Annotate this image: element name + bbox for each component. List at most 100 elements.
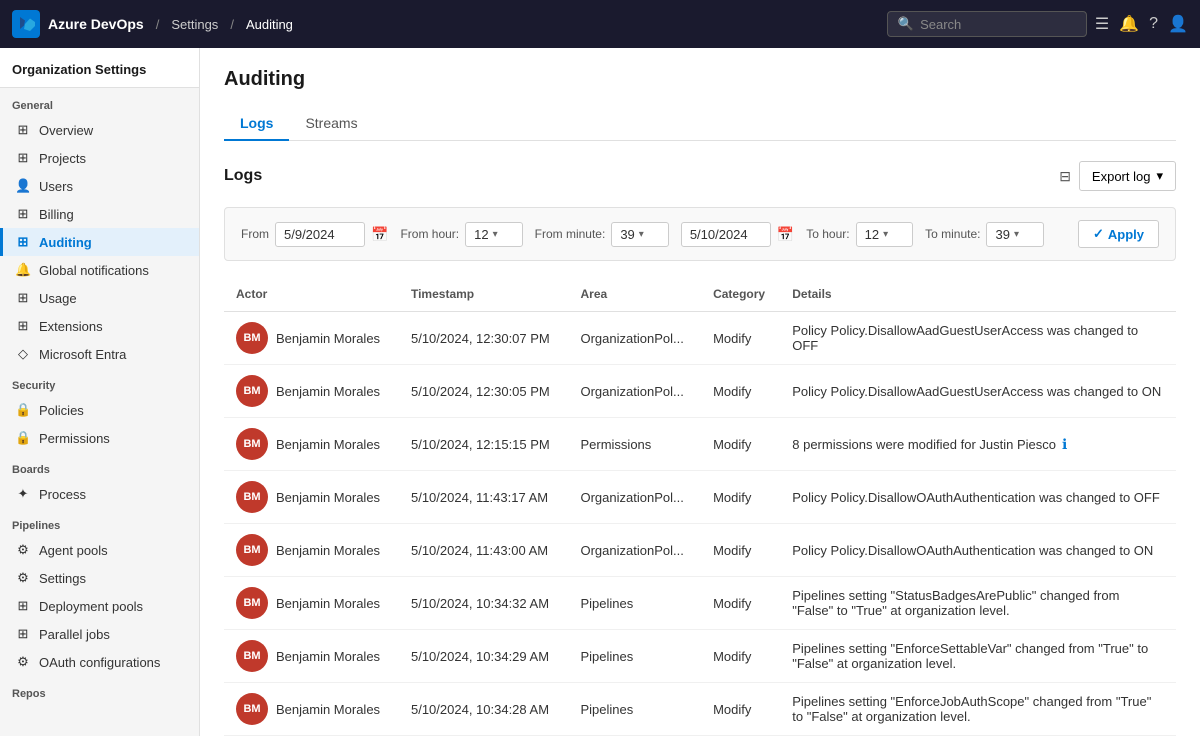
checkmark-icon: ✓: [1093, 226, 1104, 242]
sidebar-item-label: Projects: [39, 151, 86, 166]
export-log-button[interactable]: Export log ▾: [1079, 161, 1176, 191]
sidebar-item-permissions[interactable]: 🔒Permissions: [0, 424, 199, 452]
oauth-configurations-icon: ⚙: [15, 654, 31, 670]
sidebar-item-overview[interactable]: ⊞Overview: [0, 116, 199, 144]
info-icon[interactable]: ℹ: [1062, 436, 1067, 452]
actor-name: Benjamin Morales: [276, 490, 380, 505]
area-cell: OrganizationPol...: [568, 524, 701, 577]
sidebar-section-label: General: [0, 88, 199, 116]
notification-icon[interactable]: 🔔: [1119, 14, 1139, 34]
sidebar-item-billing[interactable]: ⊞Billing: [0, 200, 199, 228]
sidebar-item-label: Parallel jobs: [39, 627, 110, 642]
sidebar-item-policies[interactable]: 🔒Policies: [0, 396, 199, 424]
actor-name: Benjamin Morales: [276, 702, 380, 717]
sidebar-item-global-notifications[interactable]: 🔔Global notifications: [0, 256, 199, 284]
from-date-input[interactable]: [275, 222, 365, 247]
from-hour-value: 12: [474, 227, 488, 242]
sidebar-item-microsoft-entra[interactable]: ◇Microsoft Entra: [0, 340, 199, 368]
breadcrumb-sep-2: /: [230, 17, 234, 32]
to-hour-dropdown[interactable]: 12 ▾: [856, 222, 914, 247]
search-box[interactable]: 🔍: [887, 11, 1087, 37]
tab-streams[interactable]: Streams: [289, 107, 373, 141]
to-calendar-icon[interactable]: 📅: [777, 226, 794, 243]
sidebar-item-label: Permissions: [39, 431, 110, 446]
search-input[interactable]: [920, 17, 1076, 32]
area-cell: Pipelines: [568, 683, 701, 736]
avatar: BM: [236, 587, 268, 619]
column-header-details: Details: [780, 277, 1176, 312]
sidebar-section-label: Pipelines: [0, 508, 199, 536]
sidebar-item-label: Global notifications: [39, 263, 149, 278]
column-header-actor: Actor: [224, 277, 399, 312]
from-date-group: From 📅: [241, 222, 388, 247]
area-cell: Permissions: [568, 418, 701, 471]
user-avatar-icon[interactable]: 👤: [1168, 14, 1188, 34]
breadcrumb-settings[interactable]: Settings: [171, 17, 218, 32]
deployment-pools-icon: ⊞: [15, 598, 31, 614]
projects-icon: ⊞: [15, 150, 31, 166]
timestamp-cell: 5/10/2024, 11:43:00 AM: [399, 524, 569, 577]
actor-name: Benjamin Morales: [276, 649, 380, 664]
sidebar-item-label: Usage: [39, 291, 77, 306]
to-date-group: 📅: [681, 222, 794, 247]
sidebar-item-users[interactable]: 👤Users: [0, 172, 199, 200]
from-hour-label: From hour:: [400, 227, 459, 241]
actor-name: Benjamin Morales: [276, 437, 380, 452]
from-hour-dropdown[interactable]: 12 ▾: [465, 222, 523, 247]
sidebar-item-auditing[interactable]: ⊞Auditing: [0, 228, 199, 256]
table-row: BMBenjamin Morales5/10/2024, 10:34:28 AM…: [224, 683, 1176, 736]
sidebar-item-extensions[interactable]: ⊞Extensions: [0, 312, 199, 340]
category-cell: Modify: [701, 683, 780, 736]
timestamp-cell: 5/10/2024, 10:34:32 AM: [399, 577, 569, 630]
sidebar-item-settings[interactable]: ⚙Settings: [0, 564, 199, 592]
sidebar-item-usage[interactable]: ⊞Usage: [0, 284, 199, 312]
help-icon[interactable]: ?: [1149, 15, 1158, 33]
sidebar-item-oauth-configurations[interactable]: ⚙OAuth configurations: [0, 648, 199, 676]
column-header-category: Category: [701, 277, 780, 312]
actor-cell: BMBenjamin Morales: [224, 418, 399, 471]
from-minute-value: 39: [620, 227, 634, 242]
timestamp-cell: 5/10/2024, 12:15:15 PM: [399, 418, 569, 471]
sidebar-section-label: Repos: [0, 676, 199, 704]
logs-title: Logs: [224, 167, 262, 185]
table-row: BMBenjamin Morales5/10/2024, 10:34:32 AM…: [224, 577, 1176, 630]
table-row: BMBenjamin Morales5/10/2024, 11:43:17 AM…: [224, 471, 1176, 524]
sidebar-item-process[interactable]: ✦Process: [0, 480, 199, 508]
sidebar-item-projects[interactable]: ⊞ Projects: [0, 144, 199, 172]
details-cell: Policy Policy.DisallowOAuthAuthenticatio…: [780, 471, 1176, 524]
to-minute-dropdown[interactable]: 39 ▾: [986, 222, 1044, 247]
list-icon[interactable]: ☰: [1095, 14, 1109, 34]
details-cell: 8 permissions were modified for Justin P…: [780, 418, 1176, 471]
sidebar-item-deployment-pools[interactable]: ⊞Deployment pools: [0, 592, 199, 620]
sidebar-item-label: Overview: [39, 123, 93, 138]
brand-name[interactable]: Azure DevOps: [48, 16, 144, 32]
page-title: Auditing: [224, 68, 1176, 91]
apply-button[interactable]: ✓ Apply: [1078, 220, 1159, 248]
from-label: From: [241, 227, 269, 241]
from-minute-dropdown[interactable]: 39 ▾: [611, 222, 669, 247]
tabs-bar: LogsStreams: [224, 107, 1176, 141]
actor-cell: BMBenjamin Morales: [224, 312, 399, 365]
users-icon: 👤: [15, 178, 31, 194]
from-calendar-icon[interactable]: 📅: [371, 226, 388, 243]
sidebar-item-agent-pools[interactable]: ⚙Agent pools: [0, 536, 199, 564]
sidebar-item-parallel-jobs[interactable]: ⊞Parallel jobs: [0, 620, 199, 648]
chevron-down-icon: ▾: [1014, 229, 1019, 240]
to-hour-label: To hour:: [806, 227, 849, 241]
actor-cell: BMBenjamin Morales: [224, 471, 399, 524]
avatar: BM: [236, 375, 268, 407]
details-cell: Pipelines setting "EnforceSettableVar" c…: [780, 630, 1176, 683]
tab-logs[interactable]: Logs: [224, 107, 289, 141]
sidebar-item-label: Billing: [39, 207, 74, 222]
sidebar-item-label: Process: [39, 487, 86, 502]
avatar: BM: [236, 534, 268, 566]
actor-cell: BMBenjamin Morales: [224, 365, 399, 418]
details-cell: Policy Policy.DisallowAadGuestUserAccess…: [780, 365, 1176, 418]
sidebar-item-label: Policies: [39, 403, 84, 418]
main-content: Auditing LogsStreams Logs ⊟ Export log ▾…: [200, 48, 1200, 736]
to-date-input[interactable]: [681, 222, 771, 247]
chevron-down-icon: ▾: [1156, 168, 1163, 184]
azure-devops-logo[interactable]: [12, 10, 40, 38]
filter-icon: ⊟: [1059, 168, 1071, 185]
extensions-icon: ⊞: [15, 318, 31, 334]
